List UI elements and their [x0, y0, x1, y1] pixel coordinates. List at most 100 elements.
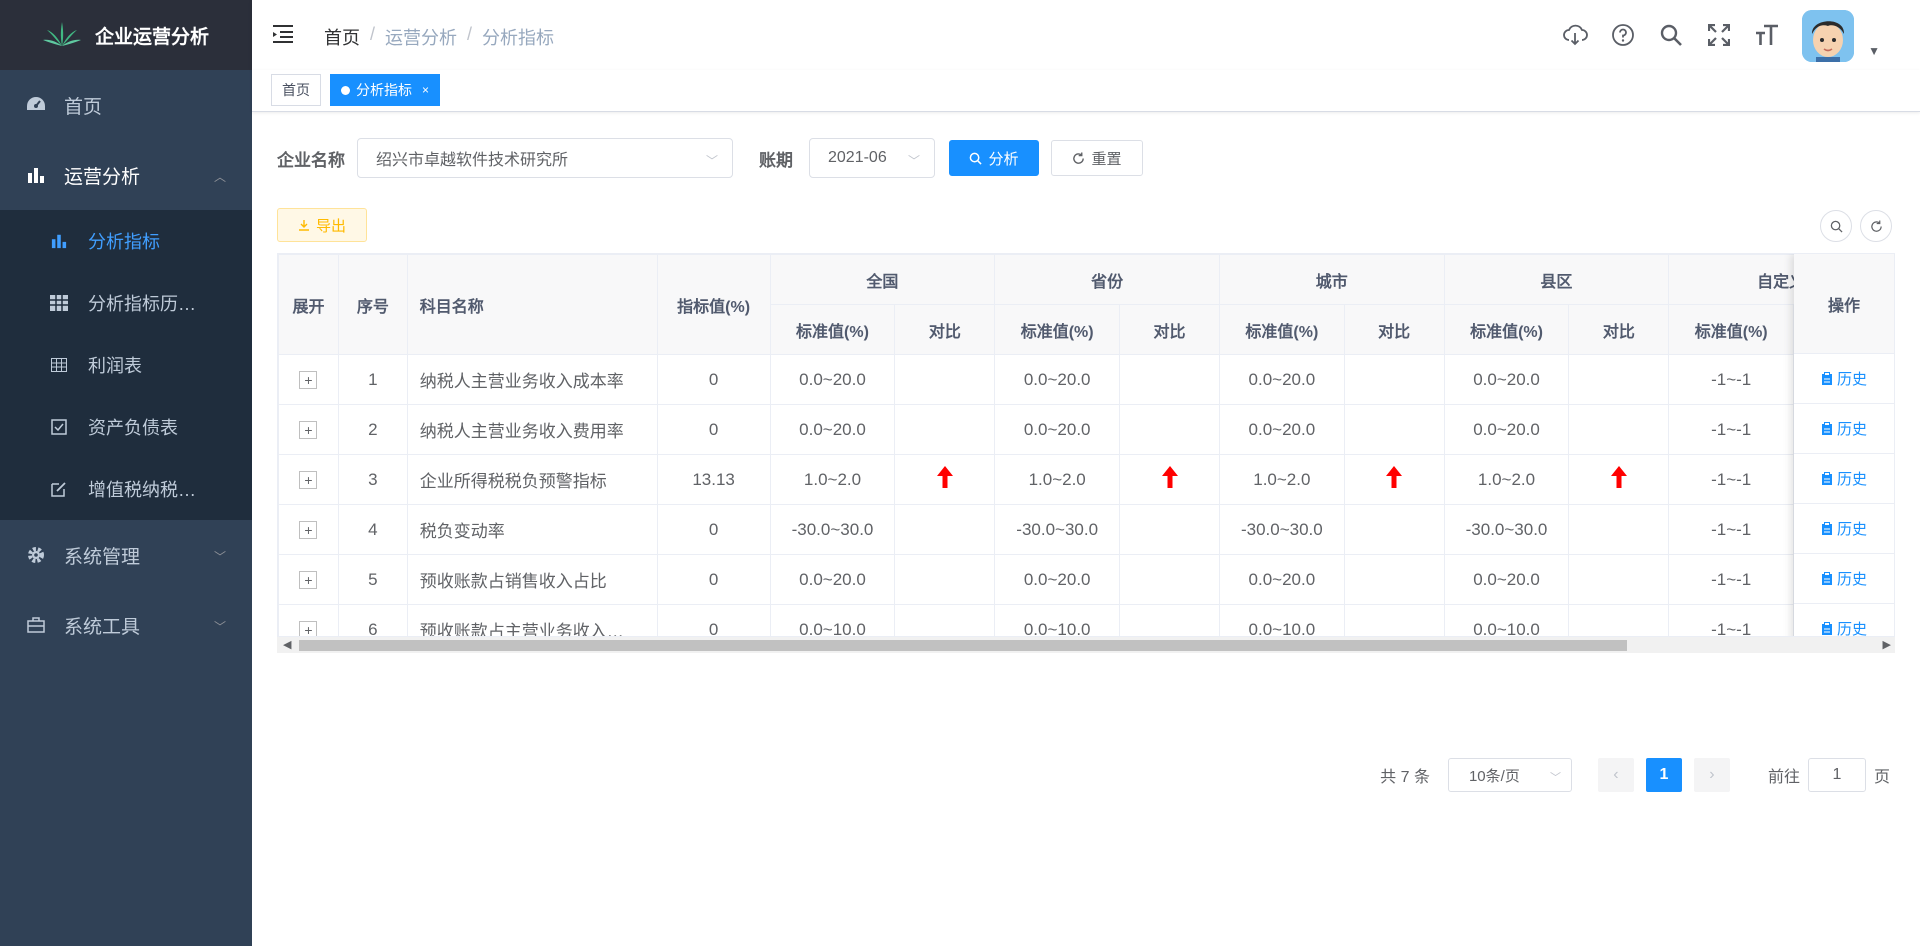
company-select[interactable]: 绍兴市卓越软件技术研究所 ﹀	[357, 138, 733, 178]
page-number-button[interactable]: 1	[1645, 758, 1682, 792]
search-icon[interactable]	[1658, 22, 1684, 48]
scrollbar-thumb[interactable]	[299, 640, 1627, 651]
sidebar-item-profit-table[interactable]: 利润表	[0, 334, 252, 396]
sidebar-item-operation-analysis[interactable]: 运营分析 ︿	[0, 140, 252, 210]
std-cell: -30.0~30.0	[1443, 504, 1570, 555]
font-size-icon[interactable]	[1754, 22, 1780, 48]
expand-icon[interactable]: +	[299, 370, 318, 389]
std-cell: -1~-1	[1668, 454, 1795, 505]
breadcrumb-item[interactable]: 首页	[324, 24, 360, 50]
expand-icon[interactable]: +	[299, 620, 318, 636]
search-icon	[970, 152, 983, 165]
hamburger-icon[interactable]	[272, 24, 294, 44]
sidebar-item-label: 分析指标	[88, 232, 160, 252]
expand-icon[interactable]: +	[299, 420, 318, 439]
history-button[interactable]: 历史	[1794, 504, 1894, 554]
index-cell: 6	[337, 604, 408, 636]
col-header-std: 标准值(%)	[994, 304, 1121, 355]
goto-page-input[interactable]: 1	[1807, 758, 1866, 792]
next-page-button[interactable]: ›	[1693, 758, 1730, 792]
tag-label: 首页	[282, 82, 310, 98]
tag-label: 分析指标	[356, 82, 412, 98]
sidebar-item-analysis-history[interactable]: 分析指标历…	[0, 272, 252, 334]
chevron-down-icon: ﹀	[213, 550, 226, 564]
tag-analysis-indicator[interactable]: 分析指标 ×	[330, 74, 441, 106]
std-cell: -30.0~30.0	[994, 504, 1121, 555]
horizontal-scrollbar[interactable]: ◀ ▶	[277, 637, 1895, 653]
chevron-up-icon: ︿	[213, 170, 226, 184]
analyze-button[interactable]: 分析	[949, 140, 1039, 176]
avatar[interactable]	[1802, 10, 1854, 62]
history-button[interactable]: 历史	[1794, 454, 1894, 504]
expand-cell[interactable]: +	[278, 604, 339, 636]
expand-cell[interactable]: +	[278, 554, 339, 605]
value-cell: 0	[656, 554, 771, 605]
col-header-value: 指标值(%)	[656, 254, 771, 355]
reset-button[interactable]: 重置	[1051, 140, 1143, 176]
expand-cell[interactable]: +	[278, 504, 339, 555]
history-label: 历史	[1836, 371, 1867, 388]
subject-cell: 税负变动率	[406, 504, 658, 555]
table-row: +3 企业所得税税负预警指标 13.13 1.0~2.0 1.0~2.0 1.0~2.0 1…	[278, 454, 1894, 505]
expand-icon[interactable]: +	[299, 520, 318, 539]
analyze-label: 分析	[988, 150, 1019, 168]
sidebar-item-system-management[interactable]: 系统管理 ﹀	[0, 520, 252, 590]
std-cell: 1.0~2.0	[1443, 454, 1570, 505]
sidebar: 企业运营分析 首页 运营分析 ︿ 分析指标 分析指标历… 利润表 资产负债表 增…	[0, 0, 252, 946]
col-header-compare: 对比	[1343, 304, 1445, 355]
compare-cell	[1343, 504, 1445, 555]
expand-icon[interactable]: +	[299, 570, 318, 589]
edit-icon	[50, 480, 68, 498]
sidebar-item-label: 增值税纳税…	[88, 480, 196, 500]
compare-cell	[894, 604, 996, 636]
std-cell: 0.0~20.0	[1218, 404, 1345, 455]
sidebar-item-vat-tax[interactable]: 增值税纳税…	[0, 458, 252, 520]
scroll-right-icon[interactable]: ▶	[1883, 638, 1891, 651]
breadcrumb-item: 分析指标	[482, 28, 555, 48]
history-button[interactable]: 历史	[1794, 354, 1894, 404]
std-cell: 0.0~10.0	[1443, 604, 1570, 636]
index-cell: 1	[337, 354, 408, 405]
sidebar-item-home[interactable]: 首页	[0, 70, 252, 140]
expand-cell[interactable]: +	[278, 404, 339, 455]
history-button[interactable]: 历史	[1794, 604, 1894, 636]
page-size-select[interactable]: 10条/页 ﹀	[1447, 758, 1572, 792]
close-icon[interactable]: ×	[422, 83, 429, 97]
toolbox-icon	[26, 615, 46, 635]
prev-page-button[interactable]: ‹	[1597, 758, 1634, 792]
compare-cell	[1343, 604, 1445, 636]
caret-down-icon[interactable]: ▼	[1868, 44, 1880, 58]
expand-cell[interactable]: +	[278, 454, 339, 505]
tag-home[interactable]: 首页	[271, 74, 321, 106]
std-cell: 1.0~2.0	[1218, 454, 1345, 505]
std-cell: 0.0~20.0	[769, 554, 896, 605]
indicator-table: 展开 序号 科目名称 指标值(%) 全国 省份 城市 县区 自定义 标准值(%)…	[277, 253, 1895, 637]
std-cell: 1.0~2.0	[769, 454, 896, 505]
sidebar-item-system-tools[interactable]: 系统工具 ﹀	[0, 590, 252, 660]
chevron-down-icon: ﹀	[213, 620, 226, 634]
export-button[interactable]: 导出	[277, 208, 367, 242]
header-tools	[1562, 22, 1780, 48]
std-cell: -1~-1	[1668, 554, 1795, 605]
refresh-button[interactable]	[1860, 210, 1892, 242]
col-header-group: 全国	[769, 254, 996, 305]
col-header-std: 标准值(%)	[1443, 304, 1570, 355]
std-cell: 0.0~20.0	[994, 404, 1121, 455]
fullscreen-icon[interactable]	[1706, 22, 1732, 48]
compare-cell	[1568, 604, 1670, 636]
std-cell: 0.0~10.0	[769, 604, 896, 636]
arrow-up-icon	[1610, 466, 1627, 488]
help-icon[interactable]	[1610, 22, 1636, 48]
sidebar-item-analysis-indicator[interactable]: 分析指标	[0, 210, 252, 272]
sidebar-item-balance-sheet[interactable]: 资产负债表	[0, 396, 252, 458]
expand-cell[interactable]: +	[278, 354, 339, 405]
history-button[interactable]: 历史	[1794, 554, 1894, 604]
expand-icon[interactable]: +	[299, 470, 318, 489]
period-picker[interactable]: 2021-06 ﹀	[809, 138, 935, 178]
col-header-compare: 对比	[894, 304, 996, 355]
scroll-left-icon[interactable]: ◀	[283, 638, 291, 651]
toggle-search-button[interactable]	[1820, 210, 1852, 242]
cloud-download-icon[interactable]	[1562, 22, 1588, 48]
history-button[interactable]: 历史	[1794, 404, 1894, 454]
sidebar-item-label: 首页	[64, 96, 103, 118]
